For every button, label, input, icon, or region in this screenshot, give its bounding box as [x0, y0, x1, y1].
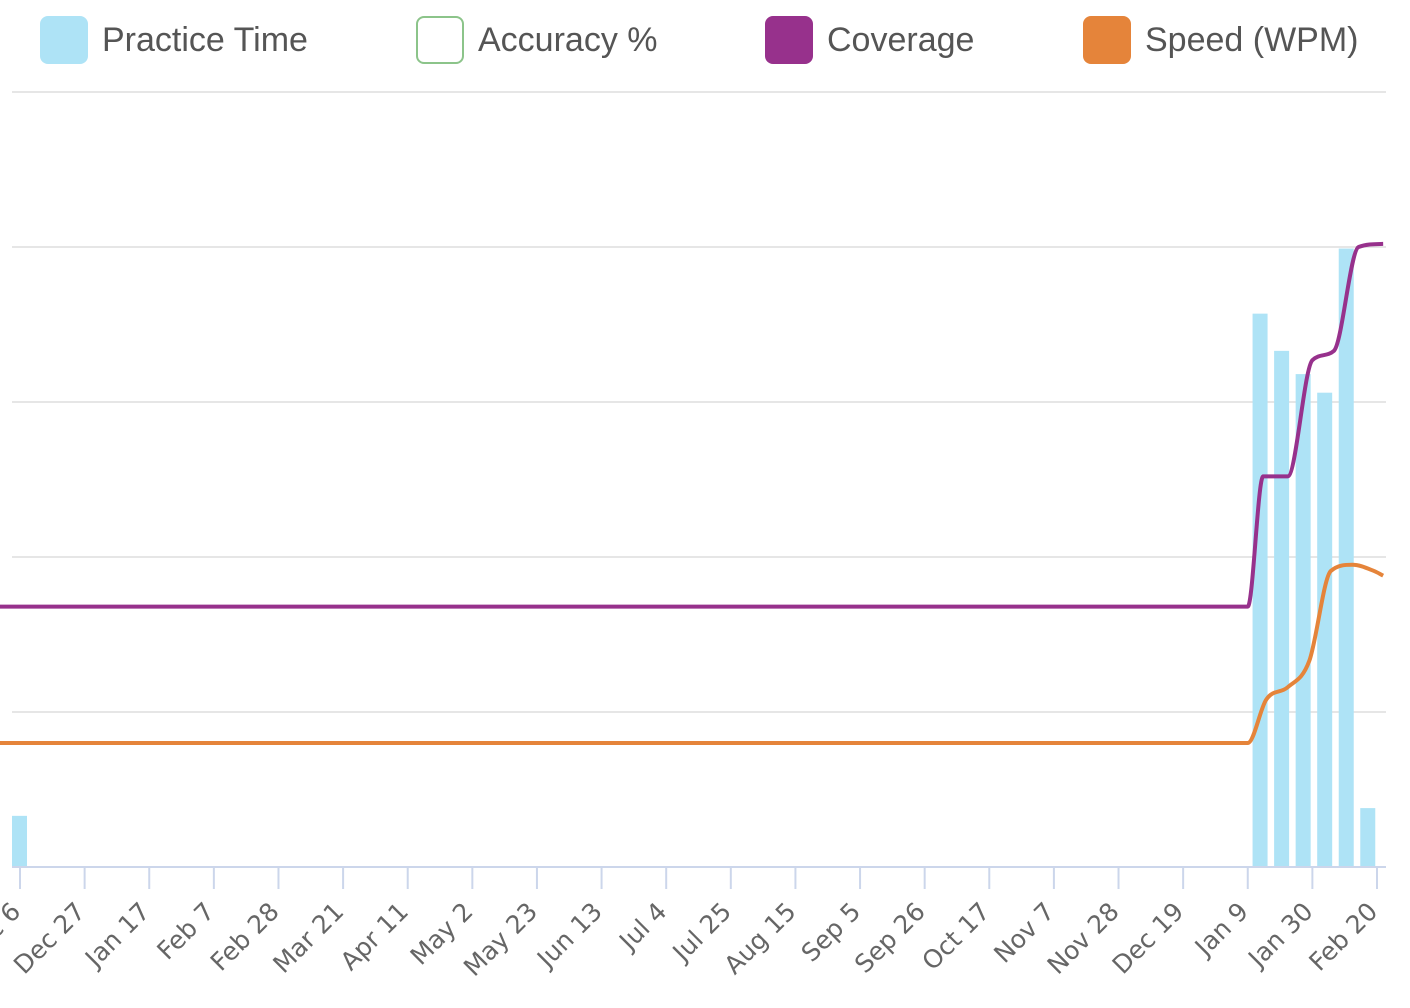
x-tick-label: Sep 26 [849, 897, 931, 979]
x-tick-label: Jun 13 [530, 897, 608, 975]
series-lines [0, 241, 1385, 746]
x-tick-label: Nov 28 [1042, 897, 1125, 980]
x-tick-label: Dec 19 [1107, 897, 1190, 980]
x-tick-label: Feb 20 [1303, 897, 1383, 977]
x-tick-label: Jul 4 [612, 897, 672, 957]
chart-plot-area: Dec 6Dec 27Jan 17Feb 7Feb 28Mar 21Apr 11… [0, 91, 1386, 982]
speed-wpm-line [0, 562, 1385, 746]
x-axis: Dec 6Dec 27Jan 17Feb 7Feb 28Mar 21Apr 11… [0, 866, 1386, 982]
x-tick-label: Apr 11 [335, 897, 414, 976]
practice-time-bar [1317, 392, 1333, 867]
practice-time-bar [1252, 313, 1268, 867]
coverage-line [0, 241, 1384, 609]
practice-time-bar [1338, 248, 1354, 868]
x-tick-label: Aug 15 [719, 897, 802, 980]
x-tick-label: Mar 21 [267, 897, 349, 979]
gridlines [12, 91, 1386, 713]
x-tick-label: Oct 17 [916, 897, 995, 976]
practice-time-bar [1360, 808, 1376, 867]
practice-time-bar [12, 815, 27, 867]
practice-time-bar [1274, 350, 1290, 868]
x-tick-label: Dec 27 [8, 897, 91, 980]
x-tick-label: Jan 30 [1241, 897, 1318, 974]
x-tick-label: Jan 17 [78, 897, 155, 974]
